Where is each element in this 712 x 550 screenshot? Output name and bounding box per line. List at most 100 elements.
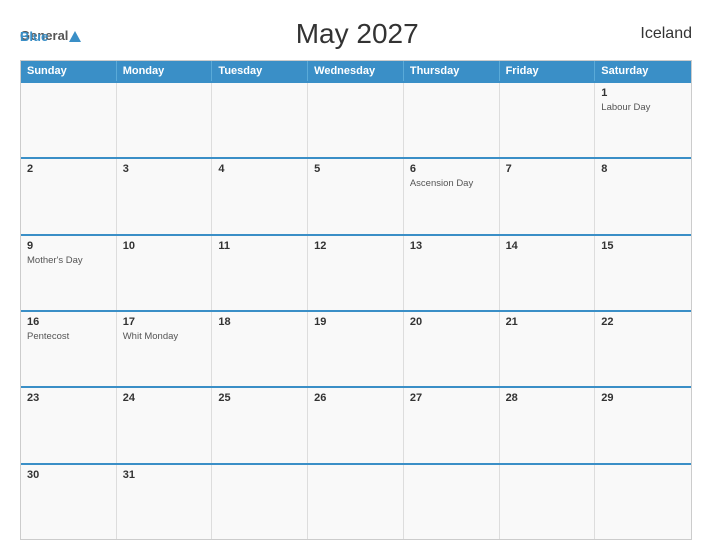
cal-cell-r2-c0[interactable]: 9 Mother's Day	[21, 236, 117, 310]
cal-cell-r0-c5[interactable]	[500, 83, 596, 157]
day-event: Mother's Day	[27, 255, 110, 266]
day-number: 31	[123, 469, 206, 481]
cal-cell-r0-c1[interactable]	[117, 83, 213, 157]
cal-cell-r4-c0[interactable]: 23	[21, 388, 117, 462]
cal-cell-r0-c3[interactable]	[308, 83, 404, 157]
cal-cell-r3-c6[interactable]: 22	[595, 312, 691, 386]
day-number: 25	[218, 392, 301, 404]
page: General Blue May 2027 Iceland Sunday Mon…	[0, 0, 712, 550]
country-name: Iceland	[632, 25, 692, 43]
day-number: 15	[601, 240, 685, 252]
header: General Blue May 2027 Iceland	[20, 18, 692, 50]
day-number: 7	[506, 163, 589, 175]
day-number: 23	[27, 392, 110, 404]
cal-cell-r4-c5[interactable]: 28	[500, 388, 596, 462]
cal-cell-r2-c6[interactable]: 15	[595, 236, 691, 310]
day-number: 6	[410, 163, 493, 175]
cal-cell-r4-c6[interactable]: 29	[595, 388, 691, 462]
cal-cell-r5-c2[interactable]	[212, 465, 308, 539]
day-number: 27	[410, 392, 493, 404]
day-number: 17	[123, 316, 206, 328]
day-event: Whit Monday	[123, 331, 206, 342]
cal-cell-r3-c1[interactable]: 17 Whit Monday	[117, 312, 213, 386]
day-number: 13	[410, 240, 493, 252]
weekday-saturday: Saturday	[595, 61, 691, 81]
day-number: 11	[218, 240, 301, 252]
cal-cell-r5-c3[interactable]	[308, 465, 404, 539]
cal-cell-r3-c0[interactable]: 16 Pentecost	[21, 312, 117, 386]
cal-cell-r1-c1[interactable]: 3	[117, 159, 213, 233]
cal-cell-r5-c0[interactable]: 30	[21, 465, 117, 539]
cal-row-4: 23 24 25 26 27 28 29	[21, 386, 691, 462]
cal-cell-r1-c3[interactable]: 5	[308, 159, 404, 233]
day-number: 8	[601, 163, 685, 175]
day-number: 2	[27, 163, 110, 175]
day-number: 10	[123, 240, 206, 252]
cal-cell-r0-c6[interactable]: 1 Labour Day	[595, 83, 691, 157]
day-number: 26	[314, 392, 397, 404]
cal-cell-r5-c5[interactable]	[500, 465, 596, 539]
cal-cell-r2-c5[interactable]: 14	[500, 236, 596, 310]
weekday-monday: Monday	[117, 61, 213, 81]
weekday-wednesday: Wednesday	[308, 61, 404, 81]
day-number: 5	[314, 163, 397, 175]
cal-cell-r2-c1[interactable]: 10	[117, 236, 213, 310]
calendar: Sunday Monday Tuesday Wednesday Thursday…	[20, 60, 692, 540]
cal-cell-r5-c1[interactable]: 31	[117, 465, 213, 539]
calendar-header-row: Sunday Monday Tuesday Wednesday Thursday…	[21, 61, 691, 81]
cal-cell-r1-c0[interactable]: 2	[21, 159, 117, 233]
cal-cell-r2-c3[interactable]: 12	[308, 236, 404, 310]
cal-cell-r1-c4[interactable]: 6 Ascension Day	[404, 159, 500, 233]
day-number: 28	[506, 392, 589, 404]
weekday-tuesday: Tuesday	[212, 61, 308, 81]
day-number: 3	[123, 163, 206, 175]
logo-triangle-icon	[69, 31, 81, 42]
cal-cell-r0-c2[interactable]	[212, 83, 308, 157]
weekday-thursday: Thursday	[404, 61, 500, 81]
cal-cell-r4-c2[interactable]: 25	[212, 388, 308, 462]
cal-row-5: 30 31	[21, 463, 691, 539]
cal-cell-r2-c2[interactable]: 11	[212, 236, 308, 310]
day-number: 29	[601, 392, 685, 404]
day-number: 19	[314, 316, 397, 328]
month-title: May 2027	[82, 18, 632, 50]
day-number: 16	[27, 316, 110, 328]
day-number: 24	[123, 392, 206, 404]
cal-row-1: 2 34 5 6 Ascension Day 78	[21, 157, 691, 233]
weekday-sunday: Sunday	[21, 61, 117, 81]
cal-cell-r1-c2[interactable]: 4	[212, 159, 308, 233]
cal-cell-r0-c0[interactable]	[21, 83, 117, 157]
day-number: 22	[601, 316, 685, 328]
day-number: 1	[601, 87, 685, 99]
logo-blue-text: Blue	[20, 29, 48, 44]
day-number: 30	[27, 469, 110, 481]
cal-cell-r3-c5[interactable]: 21	[500, 312, 596, 386]
cal-cell-r5-c4[interactable]	[404, 465, 500, 539]
day-number: 14	[506, 240, 589, 252]
cal-cell-r3-c3[interactable]: 19	[308, 312, 404, 386]
day-event: Ascension Day	[410, 178, 493, 189]
weekday-friday: Friday	[500, 61, 596, 81]
cal-cell-r4-c4[interactable]: 27	[404, 388, 500, 462]
day-event: Labour Day	[601, 102, 685, 113]
cal-cell-r5-c6[interactable]	[595, 465, 691, 539]
calendar-body: 1Labour Day23456Ascension Day789Mother's…	[21, 81, 691, 539]
cal-row-0: 1 Labour Day	[21, 81, 691, 157]
day-number: 9	[27, 240, 110, 252]
cal-cell-r2-c4[interactable]: 13	[404, 236, 500, 310]
cal-cell-r0-c4[interactable]	[404, 83, 500, 157]
day-number: 4	[218, 163, 301, 175]
cal-row-3: 16 Pentecost 17 Whit Monday 18 19 20 21 22	[21, 310, 691, 386]
day-number: 18	[218, 316, 301, 328]
cal-cell-r3-c2[interactable]: 18	[212, 312, 308, 386]
day-number: 12	[314, 240, 397, 252]
cal-cell-r4-c1[interactable]: 24	[117, 388, 213, 462]
cal-row-2: 9 Mother's Day 10 11 12 13 14 15	[21, 234, 691, 310]
cal-cell-r4-c3[interactable]: 26	[308, 388, 404, 462]
day-number: 21	[506, 316, 589, 328]
cal-cell-r1-c5[interactable]: 7	[500, 159, 596, 233]
cal-cell-r1-c6[interactable]: 8	[595, 159, 691, 233]
day-number: 20	[410, 316, 493, 328]
cal-cell-r3-c4[interactable]: 20	[404, 312, 500, 386]
day-event: Pentecost	[27, 331, 110, 342]
